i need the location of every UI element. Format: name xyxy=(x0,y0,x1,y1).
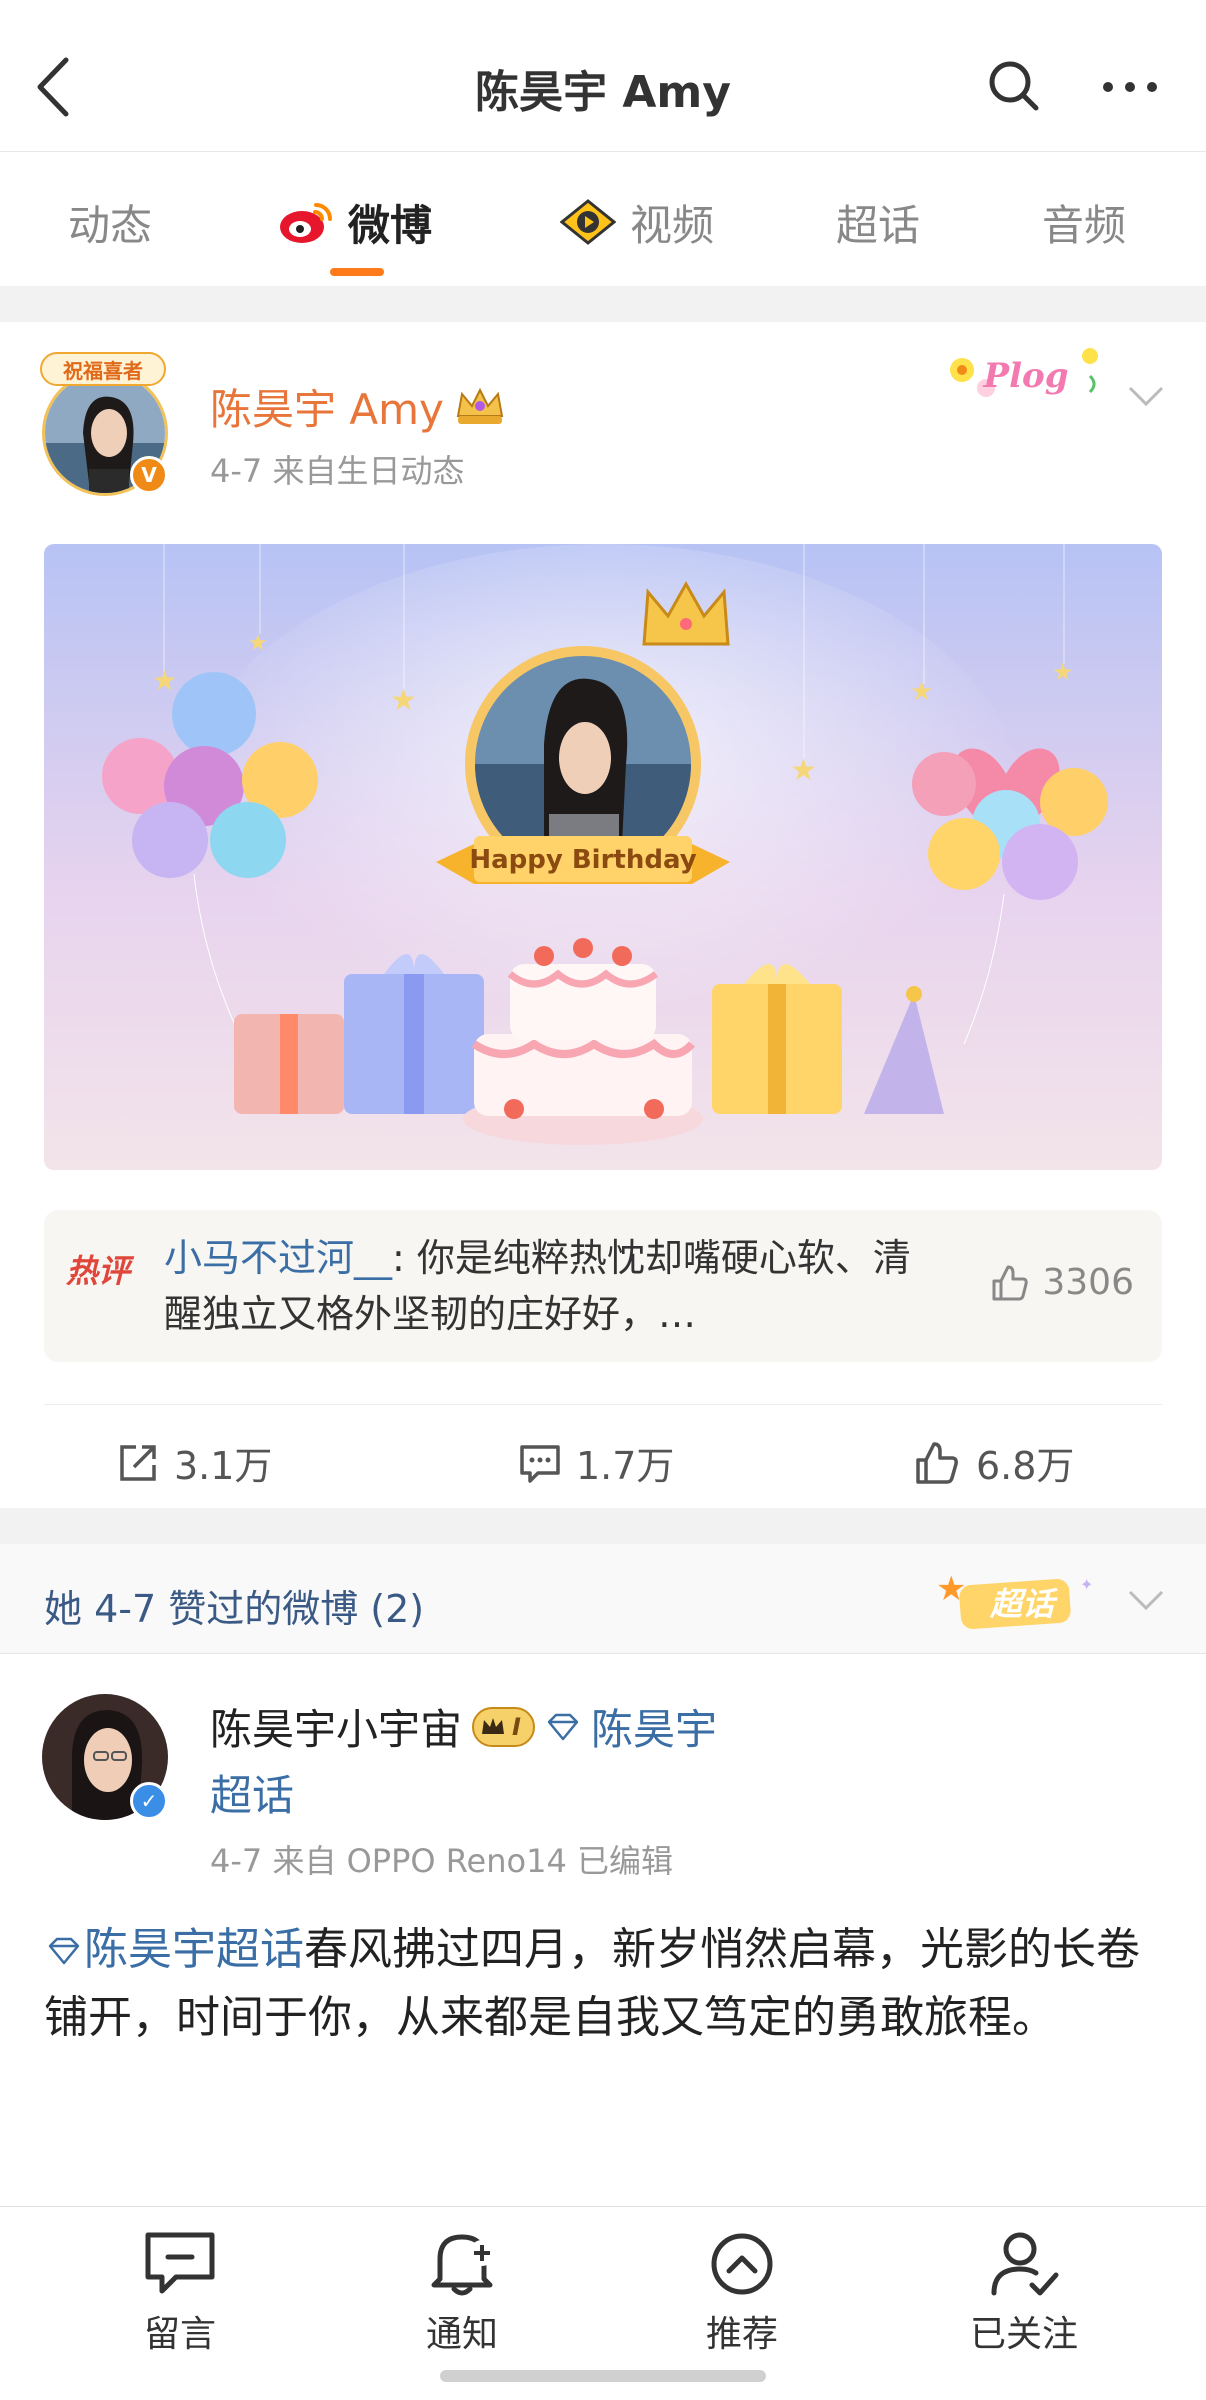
author-name[interactable]: 陈昊宇小宇宙 I 陈昊宇 xyxy=(210,1696,717,1757)
verified-badge-icon: ✓ xyxy=(130,1782,168,1820)
super-topic-sticker-text: 超话 xyxy=(989,1585,1054,1623)
comment-button[interactable]: 1.7万 xyxy=(518,1435,674,1490)
hot-comment-like-count: 3306 xyxy=(1042,1262,1134,1303)
hot-comment-likes[interactable]: 3306 xyxy=(990,1262,1134,1303)
birthday-illustration: ★ ★ ★ ★ ★ ★ Happy Birthday xyxy=(44,544,1162,1170)
tab-label: 音频 xyxy=(1042,200,1127,250)
hot-comment-text: 小马不过河__: 你是纯粹热忱却嘴硬心软、清醒独立又格外坚韧的庄好好，… xyxy=(164,1230,924,1342)
crown-badge-icon xyxy=(456,387,504,424)
liked-posts-header[interactable]: 她 4-7 赞过的微博 (2) ★ ✦ 超话 xyxy=(0,1544,1206,1654)
tab-dynamic[interactable]: 动态 xyxy=(68,192,152,252)
super-topic-tag[interactable]: 陈昊宇 xyxy=(591,1696,717,1757)
thumbs-up-icon xyxy=(916,1441,958,1484)
svg-text:★: ★ xyxy=(248,631,268,656)
recommend-label: 推荐 xyxy=(705,2314,778,2355)
repost-count: 3.1万 xyxy=(174,1444,273,1488)
tab-audio[interactable]: 音频 xyxy=(1042,192,1126,252)
super-topic-diamond-icon xyxy=(547,1713,579,1740)
member-level-text: I xyxy=(512,1712,521,1741)
birthday-banner-image[interactable]: ★ ★ ★ ★ ★ ★ Happy Birthday xyxy=(44,544,1162,1170)
comment-icon xyxy=(520,1444,560,1483)
author-name-text: 陈昊宇 Amy xyxy=(210,385,444,434)
repost-icon xyxy=(120,1444,156,1481)
profile-tabs: 动态 微博 视频 超话 音频 xyxy=(0,152,1206,286)
like-button[interactable]: 6.8万 xyxy=(914,1435,1074,1490)
weibo-post[interactable]: 祝福喜者 V 陈昊宇 Amy 4-7 来自生日动态 Plog ★ ★ ★ ★ ★… xyxy=(0,322,1206,1508)
post-meta: 4-7 来自生日动态 xyxy=(210,452,465,490)
recommend-button[interactable]: 推荐 xyxy=(642,2229,842,2357)
author-name[interactable]: 陈昊宇 Amy xyxy=(210,376,506,437)
liked-posts-title: 她 4-7 赞过的微博 (2) xyxy=(44,1587,425,1631)
user-check-icon xyxy=(991,2232,1059,2296)
tab-weibo[interactable]: 微博 xyxy=(278,192,432,252)
hot-comment[interactable]: 热评 小马不过河__: 你是纯粹热忱却嘴硬心软、清醒独立又格外坚韧的庄好好，… … xyxy=(44,1210,1162,1362)
following-button[interactable]: 已关注 xyxy=(924,2229,1124,2357)
svg-text:✦: ✦ xyxy=(1080,1575,1093,1594)
notify-button[interactable]: 通知 xyxy=(362,2229,562,2357)
member-level-badge: I xyxy=(472,1706,535,1747)
chevron-up-circle-icon xyxy=(711,2233,773,2295)
home-indicator[interactable] xyxy=(440,2370,766,2382)
liked-weibo-post[interactable]: ✓ 陈昊宇小宇宙 I 陈昊宇 超话 4-7 来自 OPPO Reno14 已编辑… xyxy=(0,1654,1206,2214)
top-nav-bar: 陈昊宇 Amy xyxy=(0,0,1206,152)
author-name-text: 陈昊宇小宇宙 xyxy=(210,1705,463,1754)
super-topic-sticker: ★ ✦ 超话 xyxy=(920,1564,1100,1640)
svg-text:★: ★ xyxy=(1052,658,1074,686)
super-topic-diamond-icon xyxy=(48,1937,80,1965)
message-label: 留言 xyxy=(143,2314,216,2355)
notify-label: 通知 xyxy=(425,2314,498,2355)
search-icon[interactable] xyxy=(986,58,1042,114)
svg-text:★: ★ xyxy=(910,677,933,707)
tab-label: 动态 xyxy=(68,200,153,250)
post-action-bar: 3.1万 1.7万 6.8万 xyxy=(44,1404,1162,1508)
svg-text:★: ★ xyxy=(790,753,817,788)
following-label: 已关注 xyxy=(969,2314,1078,2355)
hot-comment-tag: 热评 xyxy=(66,1252,131,1290)
post-meta: 4-7 来自 OPPO Reno14 已编辑 xyxy=(210,1842,673,1880)
crown-icon xyxy=(482,1717,505,1734)
super-topic-link[interactable]: 陈昊宇超话 xyxy=(84,1924,304,1975)
tab-label: 微博 xyxy=(348,200,433,250)
tab-label: 超话 xyxy=(836,200,921,250)
chevron-down-icon[interactable] xyxy=(1126,1588,1166,1612)
verified-badge-icon: V xyxy=(130,456,168,494)
hot-comment-user[interactable]: 小马不过河__ xyxy=(164,1236,392,1280)
plog-sticker-text: Plog xyxy=(983,356,1069,396)
comment-count: 1.7万 xyxy=(576,1444,675,1488)
chevron-down-icon[interactable] xyxy=(1126,384,1166,408)
bell-plus-icon xyxy=(431,2234,495,2296)
super-topic-tag-continued[interactable]: 超话 xyxy=(210,1762,294,1823)
plog-sticker: Plog xyxy=(940,336,1112,416)
svg-text:★: ★ xyxy=(936,1569,966,1609)
post-body: 陈昊宇超话春风拂过四月，新岁悄然启幕，光影的长卷铺开，时间于你，从来都是自我又笃… xyxy=(44,1916,1164,2052)
repost-button[interactable]: 3.1万 xyxy=(116,1435,272,1490)
message-button[interactable]: 留言 xyxy=(80,2229,280,2357)
svg-text:★: ★ xyxy=(390,683,417,718)
more-options-icon[interactable] xyxy=(1100,72,1160,102)
tab-super-topic[interactable]: 超话 xyxy=(836,192,920,252)
tab-video[interactable]: 视频 xyxy=(560,192,714,252)
video-play-icon xyxy=(560,199,616,245)
svg-text:★: ★ xyxy=(152,664,177,697)
tab-label: 视频 xyxy=(630,200,715,250)
weibo-logo-icon xyxy=(280,203,332,243)
like-count: 6.8万 xyxy=(976,1444,1075,1488)
avatar-frame-badge: 祝福喜者 xyxy=(40,352,166,386)
thumbs-up-icon xyxy=(992,1265,1029,1300)
message-bubble-icon xyxy=(145,2232,215,2294)
happy-birthday-ribbon: Happy Birthday xyxy=(469,845,696,875)
active-tab-indicator xyxy=(330,268,384,276)
